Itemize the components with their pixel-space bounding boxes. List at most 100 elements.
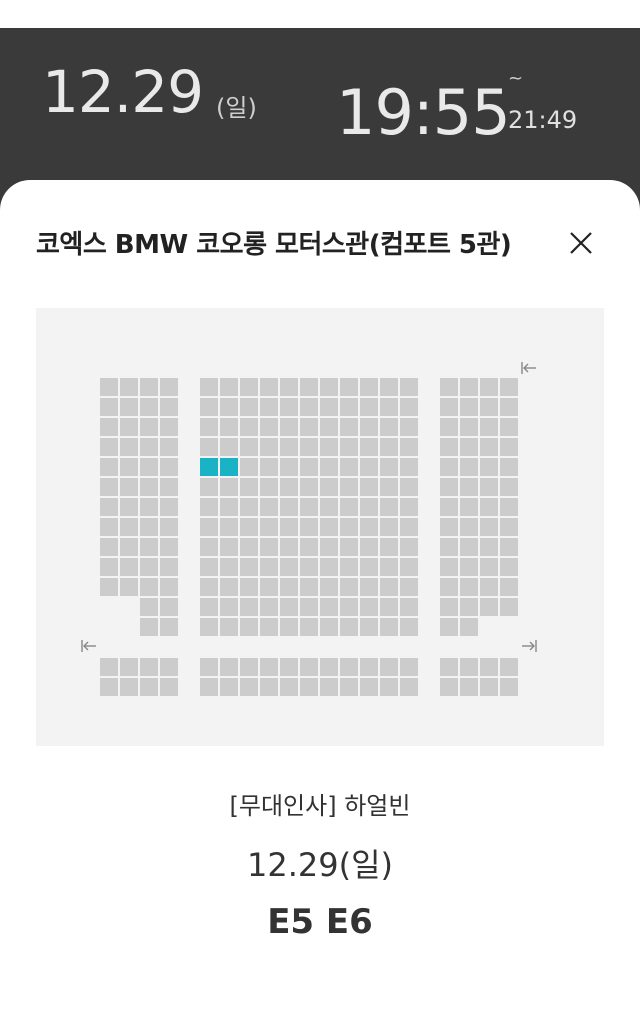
seat[interactable] [100,458,118,476]
seat[interactable] [360,558,378,576]
seat[interactable] [380,578,398,596]
seat[interactable] [500,458,518,476]
seat-selected[interactable] [220,458,238,476]
seat[interactable] [400,678,418,696]
seat[interactable] [480,678,498,696]
seat[interactable] [200,518,218,536]
seat[interactable] [200,578,218,596]
seat[interactable] [500,518,518,536]
seat[interactable] [260,498,278,516]
seat[interactable] [440,538,458,556]
seat[interactable] [200,378,218,396]
seat[interactable] [320,438,338,456]
seat[interactable] [120,498,138,516]
seat[interactable] [220,518,238,536]
seat[interactable] [460,398,478,416]
seat[interactable] [380,558,398,576]
seat[interactable] [120,458,138,476]
seat[interactable] [220,438,238,456]
seat[interactable] [400,658,418,676]
seat[interactable] [140,558,158,576]
seat[interactable] [300,418,318,436]
seat[interactable] [400,558,418,576]
seat[interactable] [380,458,398,476]
seat[interactable] [340,458,358,476]
seat[interactable] [140,598,158,616]
seat[interactable] [300,578,318,596]
seat[interactable] [380,498,398,516]
seat[interactable] [440,558,458,576]
seat[interactable] [340,438,358,456]
seat[interactable] [440,658,458,676]
seat[interactable] [240,478,258,496]
seat[interactable] [480,578,498,596]
seat[interactable] [240,518,258,536]
seat[interactable] [440,438,458,456]
seat[interactable] [140,678,158,696]
seat[interactable] [200,438,218,456]
seat[interactable] [260,398,278,416]
seat[interactable] [360,438,378,456]
seat[interactable] [160,678,178,696]
seat[interactable] [400,518,418,536]
seat[interactable] [220,398,238,416]
seat[interactable] [100,658,118,676]
seat[interactable] [260,598,278,616]
seat[interactable] [280,578,298,596]
seat[interactable] [400,498,418,516]
seat[interactable] [120,378,138,396]
seat[interactable] [380,418,398,436]
seat[interactable] [200,538,218,556]
seat[interactable] [480,518,498,536]
seat[interactable] [300,498,318,516]
seat[interactable] [100,498,118,516]
seat[interactable] [360,478,378,496]
seat[interactable] [280,418,298,436]
seat[interactable] [320,618,338,636]
seat[interactable] [140,398,158,416]
seat[interactable] [460,498,478,516]
seat[interactable] [460,378,478,396]
seat[interactable] [500,398,518,416]
seat[interactable] [220,538,238,556]
seat[interactable] [260,378,278,396]
seat[interactable] [140,458,158,476]
seat[interactable] [400,598,418,616]
seat[interactable] [220,418,238,436]
seat[interactable] [100,478,118,496]
seat[interactable] [340,658,358,676]
seat[interactable] [500,678,518,696]
seat[interactable] [340,378,358,396]
seat[interactable] [300,378,318,396]
seat[interactable] [500,658,518,676]
seat[interactable] [340,558,358,576]
seat[interactable] [380,538,398,556]
seat[interactable] [160,658,178,676]
seat[interactable] [280,438,298,456]
seat[interactable] [200,678,218,696]
seat[interactable] [160,458,178,476]
seat[interactable] [160,418,178,436]
seat[interactable] [360,378,378,396]
seat[interactable] [440,478,458,496]
seat[interactable] [400,618,418,636]
seat[interactable] [120,438,138,456]
seat[interactable] [460,598,478,616]
seat[interactable] [400,418,418,436]
seat[interactable] [440,618,458,636]
seat[interactable] [320,458,338,476]
seat[interactable] [500,498,518,516]
close-icon[interactable] [564,226,598,260]
seat[interactable] [320,518,338,536]
seat[interactable] [380,478,398,496]
seat[interactable] [320,598,338,616]
seat[interactable] [340,398,358,416]
seat[interactable] [160,618,178,636]
seat[interactable] [500,478,518,496]
seat[interactable] [480,598,498,616]
seat[interactable] [260,438,278,456]
seat[interactable] [200,618,218,636]
seat[interactable] [260,418,278,436]
seat[interactable] [460,658,478,676]
seat[interactable] [300,598,318,616]
